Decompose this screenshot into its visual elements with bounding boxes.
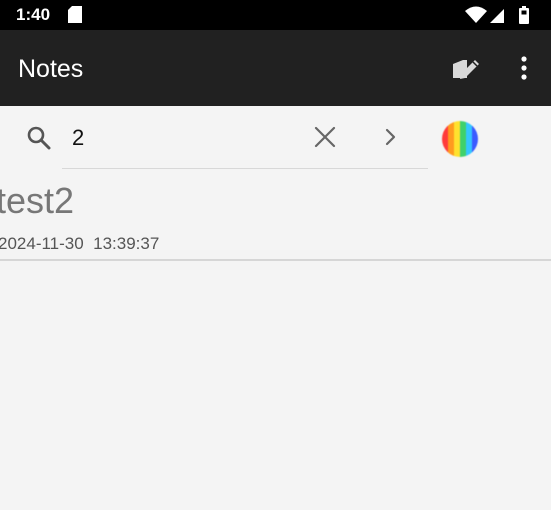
status-time: 1:40 xyxy=(16,5,51,24)
battery-icon xyxy=(519,6,529,24)
note-title: test2 xyxy=(0,180,75,221)
signal-icon xyxy=(490,9,504,23)
search-input[interactable] xyxy=(62,120,318,156)
more-options-button[interactable] xyxy=(512,54,536,84)
search-underline xyxy=(62,168,428,169)
close-icon xyxy=(314,126,336,148)
status-bar: 1:40 xyxy=(0,0,551,30)
sd-card-icon xyxy=(68,6,82,23)
chevron-right-icon xyxy=(385,128,396,146)
search-bar xyxy=(0,106,551,172)
next-result-button[interactable] xyxy=(380,124,402,150)
wifi-icon xyxy=(465,6,487,23)
list-item[interactable]: test2 2024-11-30 13:39:37 xyxy=(0,176,551,260)
color-picker-button[interactable] xyxy=(442,121,478,157)
list-divider xyxy=(0,259,551,261)
color-stripe xyxy=(472,121,478,157)
search-icon xyxy=(27,126,51,150)
clear-search-button[interactable] xyxy=(312,124,338,150)
app-bar: Notes xyxy=(0,30,551,106)
status-icons xyxy=(465,6,529,24)
note-date: 2024-11-30 13:39:37 xyxy=(0,234,160,253)
edit-note-icon xyxy=(453,60,479,79)
app-title: Notes xyxy=(18,55,84,83)
more-vert-icon xyxy=(521,56,527,80)
edit-note-button[interactable] xyxy=(449,54,481,84)
